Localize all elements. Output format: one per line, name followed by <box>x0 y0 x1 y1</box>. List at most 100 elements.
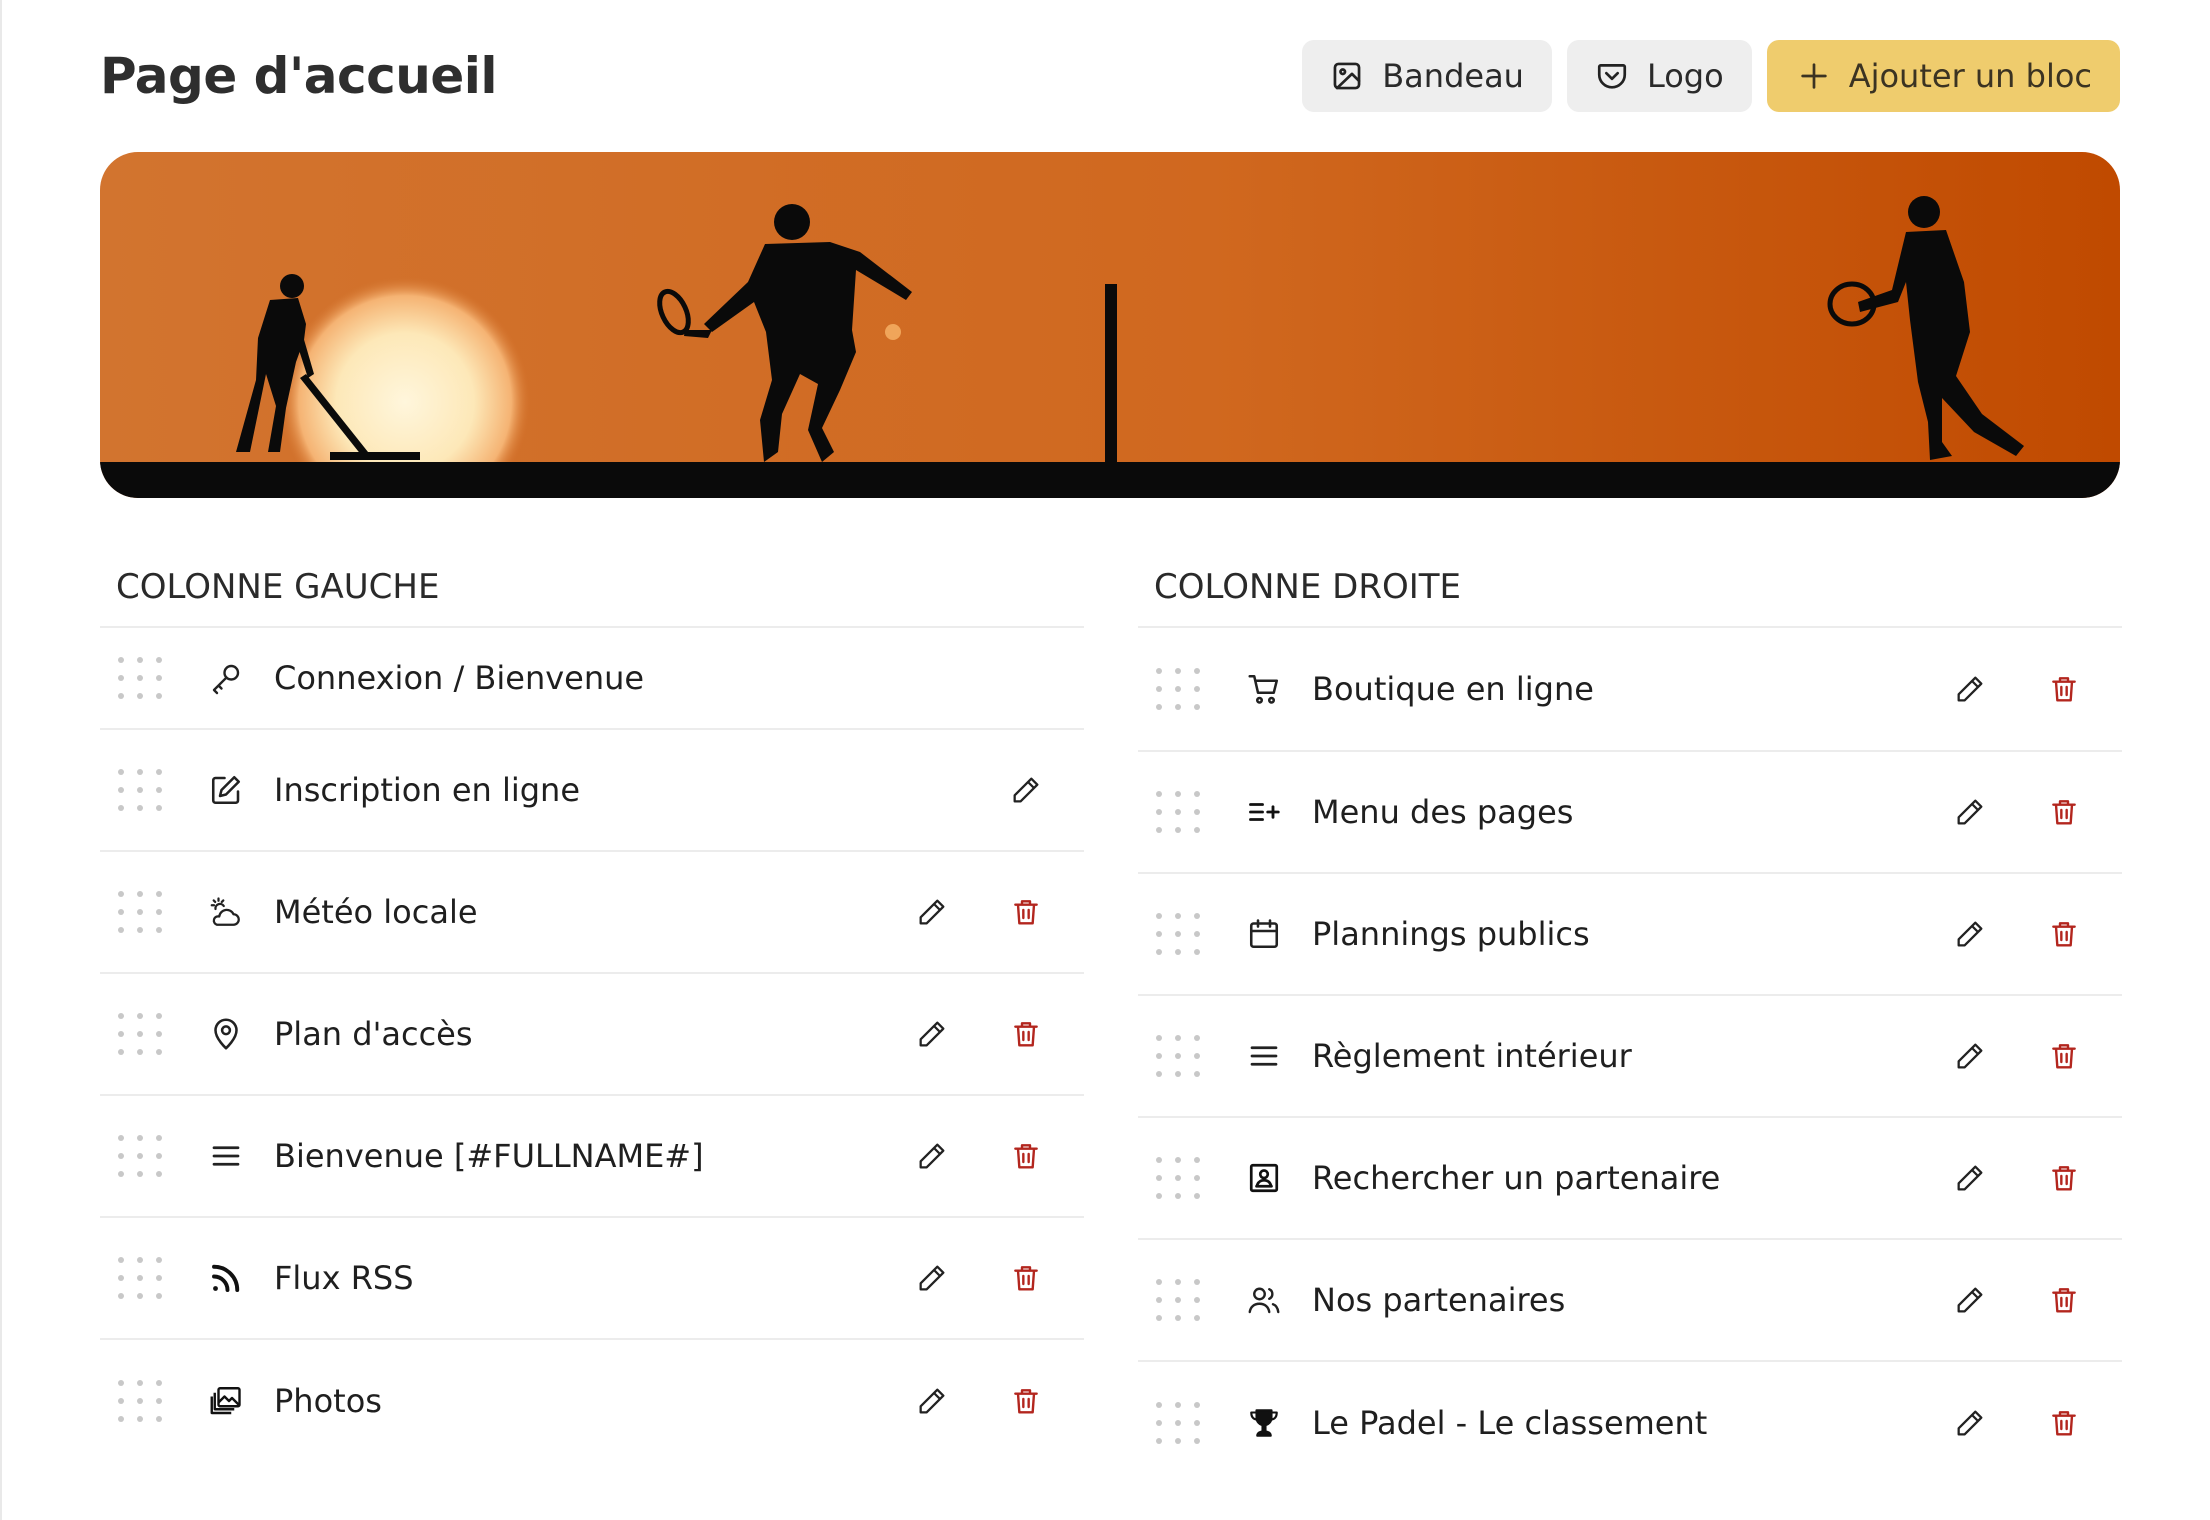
delete-trash-icon[interactable] <box>2046 1405 2082 1441</box>
block-label: Menu des pages <box>1312 793 1574 831</box>
edit-pencil-icon[interactable] <box>914 1260 950 1296</box>
row-actions <box>1952 1282 2122 1318</box>
delete-trash-icon[interactable] <box>2046 1282 2082 1318</box>
cart-icon <box>1246 671 1282 707</box>
drag-handle-icon[interactable] <box>1156 1278 1200 1322</box>
row-actions <box>1952 671 2122 707</box>
block-row: Règlement intérieur <box>1138 996 2122 1118</box>
rss-icon <box>208 1260 244 1296</box>
edit-pencil-icon[interactable] <box>914 1016 950 1052</box>
block-label: Connexion / Bienvenue <box>274 659 645 697</box>
drag-handle-icon[interactable] <box>118 768 162 812</box>
pocket-shield-icon <box>1597 64 1627 89</box>
menu-lines-icon <box>1246 1038 1282 1074</box>
edit-square-icon <box>208 772 244 808</box>
block-label: Plannings publics <box>1312 915 1590 953</box>
block-row: Menu des pages <box>1138 752 2122 874</box>
delete-trash-icon[interactable] <box>1008 1138 1044 1174</box>
delete-trash-icon[interactable] <box>2046 1038 2082 1074</box>
left-border <box>0 0 2 1520</box>
key-icon <box>208 660 244 696</box>
block-label: Rechercher un partenaire <box>1312 1159 1721 1197</box>
row-actions <box>1952 1160 2122 1196</box>
trophy-icon <box>1246 1405 1282 1441</box>
row-actions <box>914 1260 1084 1296</box>
block-row: Le Padel - Le classement <box>1138 1362 2122 1484</box>
users-icon <box>1246 1282 1282 1318</box>
edit-pencil-icon[interactable] <box>1952 1405 1988 1441</box>
block-label: Le Padel - Le classement <box>1312 1404 1708 1442</box>
block-label: Nos partenaires <box>1312 1281 1566 1319</box>
block-row: Météo locale <box>100 852 1084 974</box>
drag-handle-icon[interactable] <box>118 1134 162 1178</box>
row-actions <box>914 1016 1084 1052</box>
edit-pencil-icon[interactable] <box>914 1138 950 1174</box>
block-label: Bienvenue [#FULLNAME#] <box>274 1137 704 1175</box>
block-row: Plan d'accès <box>100 974 1084 1096</box>
block-label: Inscription en ligne <box>274 771 581 809</box>
drag-handle-icon[interactable] <box>118 1256 162 1300</box>
left-column-title: COLONNE GAUCHE <box>100 548 1084 628</box>
delete-trash-icon[interactable] <box>2046 794 2082 830</box>
drag-handle-icon[interactable] <box>1156 1401 1200 1445</box>
delete-trash-icon[interactable] <box>2046 671 2082 707</box>
add-block-button-label: Ajouter un bloc <box>1848 57 2092 95</box>
calendar-icon <box>1246 916 1282 952</box>
drag-handle-icon[interactable] <box>118 656 162 700</box>
drag-handle-icon[interactable] <box>118 1379 162 1423</box>
drag-handle-icon[interactable] <box>1156 1156 1200 1200</box>
block-row: Plannings publics <box>1138 874 2122 996</box>
block-row: Nos partenaires <box>1138 1240 2122 1362</box>
image-icon <box>1333 62 1361 90</box>
edit-pencil-icon[interactable] <box>1952 1160 1988 1196</box>
delete-trash-icon[interactable] <box>1008 894 1044 930</box>
logo-button[interactable]: Logo <box>1566 40 1752 112</box>
block-row: Flux RSS <box>100 1218 1084 1340</box>
edit-pencil-icon[interactable] <box>1008 772 1044 808</box>
map-pin-icon <box>208 1016 244 1052</box>
delete-trash-icon[interactable] <box>1008 1383 1044 1419</box>
toolbar: Bandeau Logo Ajouter un bloc <box>1302 40 2120 112</box>
bandeau-button[interactable]: Bandeau <box>1302 40 1552 112</box>
plus-icon <box>1801 63 1827 89</box>
row-actions <box>1008 772 1084 808</box>
block-row: Bienvenue [#FULLNAME#] <box>100 1096 1084 1218</box>
photos-icon <box>208 1383 244 1419</box>
drag-handle-icon[interactable] <box>1156 790 1200 834</box>
drag-handle-icon[interactable] <box>1156 1034 1200 1078</box>
delete-trash-icon[interactable] <box>2046 1160 2082 1196</box>
logo-button-label: Logo <box>1646 57 1724 95</box>
page-title: Page d'accueil <box>100 47 498 105</box>
drag-handle-icon[interactable] <box>1156 667 1200 711</box>
delete-trash-icon[interactable] <box>2046 916 2082 952</box>
contact-card-icon <box>1246 1160 1282 1196</box>
drag-handle-icon[interactable] <box>118 1012 162 1056</box>
block-row: Boutique en ligne <box>1138 628 2122 752</box>
left-column: COLONNE GAUCHE Connexion / Bienvenue Ins… <box>100 548 1084 1462</box>
edit-pencil-icon[interactable] <box>1952 794 1988 830</box>
block-row: Connexion / Bienvenue <box>100 628 1084 730</box>
row-actions <box>914 1138 1084 1174</box>
edit-pencil-icon[interactable] <box>914 894 950 930</box>
weather-icon <box>208 894 244 930</box>
list-plus-icon <box>1246 794 1282 830</box>
add-block-button[interactable]: Ajouter un bloc <box>1766 40 2120 112</box>
menu-lines-icon <box>208 1138 244 1174</box>
block-row: Photos <box>100 1340 1084 1462</box>
edit-pencil-icon[interactable] <box>1952 916 1988 952</box>
edit-pencil-icon[interactable] <box>1952 1038 1988 1074</box>
page-header: Page d'accueil Bandeau Logo Ajouter un b… <box>100 40 2120 112</box>
block-label: Plan d'accès <box>274 1015 473 1053</box>
drag-handle-icon[interactable] <box>118 890 162 934</box>
row-actions <box>914 1383 1084 1419</box>
banner-illustration <box>100 152 2120 498</box>
block-row: Inscription en ligne <box>100 730 1084 852</box>
edit-pencil-icon[interactable] <box>1952 671 1988 707</box>
row-actions <box>1952 916 2122 952</box>
delete-trash-icon[interactable] <box>1008 1260 1044 1296</box>
drag-handle-icon[interactable] <box>1156 912 1200 956</box>
edit-pencil-icon[interactable] <box>1952 1282 1988 1318</box>
delete-trash-icon[interactable] <box>1008 1016 1044 1052</box>
edit-pencil-icon[interactable] <box>914 1383 950 1419</box>
block-label: Météo locale <box>274 893 478 931</box>
